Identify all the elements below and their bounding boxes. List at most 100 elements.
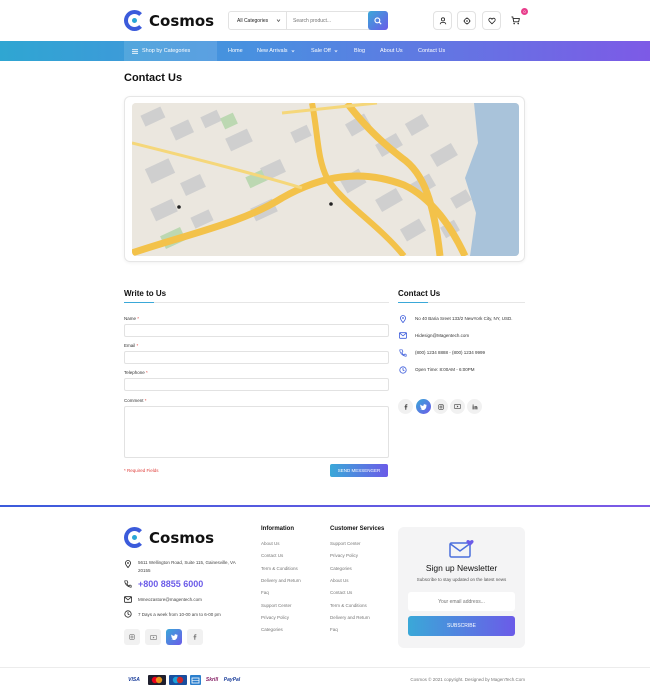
- footer-social-twitter[interactable]: [166, 629, 182, 645]
- phone-icon: [398, 348, 407, 357]
- facebook-icon: [193, 634, 197, 640]
- cart-button[interactable]: 0: [506, 8, 528, 30]
- form-title-divider: [124, 302, 389, 303]
- contact-title: Contact Us: [398, 289, 441, 298]
- user-icon: [439, 16, 446, 24]
- social-instagram[interactable]: [433, 399, 448, 414]
- info-link-faq[interactable]: Faq: [261, 590, 269, 595]
- shop-by-categories-button[interactable]: Shop by Categories: [124, 41, 217, 61]
- brand-name: Cosmos: [149, 11, 215, 30]
- chevron-down-icon: [276, 19, 281, 23]
- main-navigation: Shop by Categories Home New Arrivals Sal…: [0, 41, 650, 61]
- social-youtube[interactable]: [450, 399, 465, 414]
- paypal-icon: PayPal: [223, 677, 241, 683]
- info-link-terms[interactable]: Term & Conditions: [261, 566, 298, 571]
- comment-label: Comment *: [124, 398, 147, 403]
- instagram-icon: [129, 634, 135, 640]
- twitter-icon: [170, 634, 178, 640]
- nav-sale-off[interactable]: Sale Off: [311, 41, 338, 61]
- cs-link-support[interactable]: Support Center: [330, 541, 361, 546]
- social-linkedin[interactable]: [467, 399, 482, 414]
- info-link-contact-us[interactable]: Contact Us: [261, 553, 283, 558]
- comment-textarea[interactable]: [124, 406, 389, 458]
- map-pin-icon: [125, 560, 131, 568]
- nav-home[interactable]: Home: [228, 41, 243, 61]
- phone-icon: [124, 580, 132, 588]
- nav-new-arrivals[interactable]: New Arrivals: [257, 41, 295, 61]
- footer-email-text[interactable]: Mmeozastore@magentech.com: [138, 597, 202, 602]
- send-message-button[interactable]: SEND MESSENGER: [330, 464, 388, 477]
- info-link-privacy[interactable]: Privacy Policy: [261, 615, 289, 620]
- map-card: [124, 96, 525, 262]
- footer-brand-logo[interactable]: Cosmos: [124, 527, 214, 548]
- name-label: Name *: [124, 316, 139, 321]
- footer-social-facebook[interactable]: [187, 629, 203, 645]
- map-pin-icon: [398, 314, 407, 323]
- nav-about-us-label: About Us: [380, 48, 403, 54]
- footer-hours-text: 7 Days a week from 10-00 am to 6-00 pm: [138, 611, 221, 617]
- name-label-text: Name: [124, 316, 137, 321]
- required-mark: *: [144, 398, 147, 403]
- logo-mark-icon: [124, 10, 145, 31]
- youtube-icon: [149, 634, 157, 640]
- required-mark: *: [136, 343, 139, 348]
- social-twitter[interactable]: [416, 399, 431, 414]
- category-select-value: All Categories: [237, 17, 269, 24]
- cs-link-about-us[interactable]: About Us: [330, 578, 349, 583]
- required-mark: *: [137, 316, 140, 321]
- search-button[interactable]: [368, 11, 388, 30]
- info-link-support[interactable]: Support Center: [261, 603, 292, 608]
- map-image: [132, 103, 519, 256]
- category-select[interactable]: All Categories: [229, 12, 287, 29]
- nav-new-arrivals-label: New Arrivals: [257, 48, 288, 54]
- instagram-icon: [437, 403, 444, 410]
- name-field[interactable]: [124, 324, 389, 337]
- telephone-field[interactable]: [124, 378, 389, 391]
- cs-link-categories[interactable]: Categories: [330, 566, 352, 571]
- cs-link-terms[interactable]: Term & Conditions: [330, 603, 367, 608]
- contact-email: Hidesign@Magentech.com: [398, 331, 469, 340]
- location-map[interactable]: [132, 103, 519, 256]
- contact-phone: (800) 1234 8888 - (800) 1234 9999: [398, 348, 485, 357]
- subscribe-button[interactable]: SUBSCRIBE: [408, 616, 515, 636]
- compare-button[interactable]: [457, 11, 476, 30]
- visa-icon: VISA: [128, 677, 140, 683]
- footer-social-instagram[interactable]: [124, 629, 140, 645]
- required-fields-note: * Required Fields: [124, 468, 159, 473]
- customer-services-title: Customer Services: [330, 526, 385, 532]
- logo-mark-icon: [124, 527, 145, 548]
- newsletter-email-input[interactable]: [408, 592, 515, 611]
- telephone-label: Telephone *: [124, 370, 148, 375]
- nav-sale-off-label: Sale Off: [311, 48, 331, 54]
- footer-hours: 7 Days a week from 10-00 am to 6-00 pm: [124, 610, 221, 618]
- cs-link-faq[interactable]: Faq: [330, 627, 338, 632]
- email-label: Email *: [124, 343, 138, 348]
- social-facebook[interactable]: [398, 399, 413, 414]
- linkedin-icon: [472, 403, 477, 409]
- nav-blog[interactable]: Blog: [354, 41, 365, 61]
- account-button[interactable]: [433, 11, 452, 30]
- menu-icon: [132, 48, 138, 54]
- nav-about-us[interactable]: About Us: [380, 41, 403, 61]
- mail-icon: [124, 596, 132, 603]
- cs-link-privacy[interactable]: Privacy Policy: [330, 553, 358, 558]
- email-field[interactable]: [124, 351, 389, 364]
- info-link-delivery[interactable]: Delivery and Return: [261, 578, 301, 583]
- footer-social-youtube[interactable]: [145, 629, 161, 645]
- contact-address-text: No 40 Baria Sreet 133/2 NewYork City, NY…: [415, 316, 513, 321]
- footer-phone-text[interactable]: +800 8855 6000: [138, 579, 203, 589]
- contact-email-text[interactable]: Hidesign@Magentech.com: [415, 333, 469, 338]
- brand-logo[interactable]: Cosmos: [124, 10, 214, 31]
- facebook-icon: [404, 403, 407, 410]
- site-header: Cosmos All Categories 0: [0, 0, 650, 41]
- info-link-about-us[interactable]: About Us: [261, 541, 280, 546]
- nav-contact-us[interactable]: Contact Us: [418, 41, 445, 61]
- wishlist-button[interactable]: [482, 11, 501, 30]
- cs-link-delivery[interactable]: Delivery and Return: [330, 615, 370, 620]
- clock-icon: [124, 610, 132, 618]
- twitter-icon: [420, 403, 427, 410]
- cs-link-contact-us[interactable]: Contact Us: [330, 590, 352, 595]
- footer-phone: +800 8855 6000: [124, 579, 203, 589]
- info-link-categories[interactable]: Categories: [261, 627, 283, 632]
- search-input[interactable]: [287, 12, 367, 29]
